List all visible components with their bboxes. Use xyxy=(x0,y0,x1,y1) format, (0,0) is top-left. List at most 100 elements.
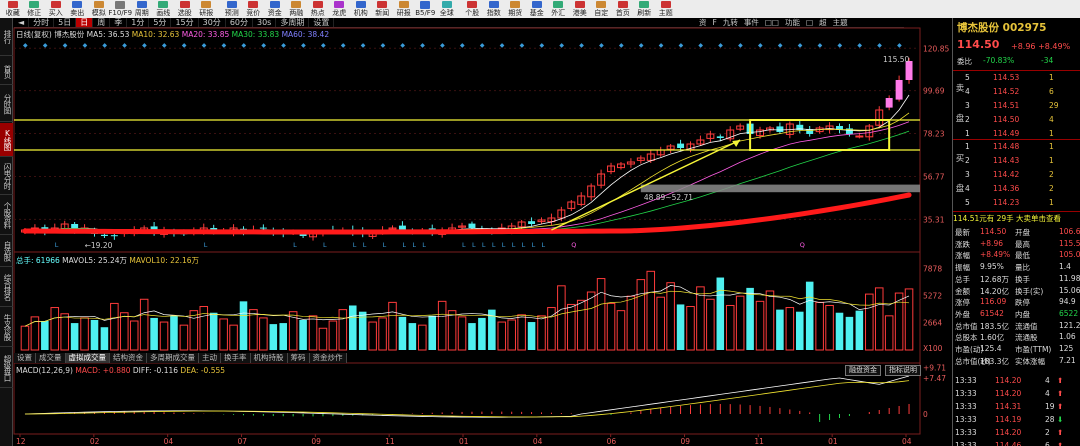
indicator-tab[interactable]: 多周期成交量 xyxy=(147,353,199,363)
date-tick-label: 06 xyxy=(607,437,617,446)
stat-label: 金额 xyxy=(955,286,970,296)
indicator-tabs: 设置 成交量 虚拟成交量 结构资金 多周期成交量 主动 换手率 机构持股 筹码 资金炒作 xyxy=(14,353,347,363)
stat-value: 61542 xyxy=(980,308,1004,318)
stat-label: 涨幅 xyxy=(955,251,970,261)
signal-dot-icon: ◆ xyxy=(460,42,465,49)
price-tick-label: 56.77 xyxy=(923,172,945,181)
macd-value: MACD: +0.880 xyxy=(75,366,131,375)
signal-dot-icon: ◆ xyxy=(619,42,624,49)
tape-note[interactable]: 114.51元有 29手 大卖单击查看 xyxy=(953,213,1080,224)
app-root: 收藏 修正 买入 卖出 模拟 F10/F9 周期 画线 选股 研报 预测 竞价 资金 两融 热点 龙虎 机构 新闻… xyxy=(0,0,1080,446)
stat-label: 换手(实) xyxy=(1015,286,1044,296)
pattern-marker-icon: L xyxy=(482,241,486,249)
volume-bar xyxy=(765,290,775,351)
date-tick-label: 11 xyxy=(385,437,395,446)
bid-size: 1 xyxy=(1049,198,1054,207)
indicator-tab[interactable]: 机构持股 xyxy=(250,353,288,363)
date-tick-label: 11 xyxy=(754,437,764,446)
date-tick-label: 04 xyxy=(164,437,174,446)
stock-name: 博杰股份 002975 xyxy=(957,22,1047,34)
volume-bar xyxy=(507,319,516,351)
stat-value: 15.06 xyxy=(1059,285,1080,295)
macd-tick-label: +7.47 xyxy=(923,374,946,383)
signal-dot-icon: ◆ xyxy=(659,42,664,49)
volume-bar xyxy=(269,324,278,350)
stat-row: 涨停 116.09 跌停 94.9 xyxy=(953,297,1080,308)
candle-body xyxy=(110,235,118,237)
stat-label: 涨跌 xyxy=(955,239,970,249)
macd-tick-label: 0 xyxy=(923,410,928,419)
margin-fund-button[interactable]: 融盘资金 xyxy=(845,365,881,376)
level: 5 xyxy=(965,198,970,207)
volume-bar xyxy=(656,296,665,351)
tick-arrow-icon: ⬆ xyxy=(1057,376,1064,385)
mavol10: MAVOL10: 22.16万 xyxy=(129,256,200,265)
volume-bar xyxy=(348,305,357,350)
ask-size: 29 xyxy=(1049,101,1059,110)
stat-label: 跌停 xyxy=(1015,298,1030,308)
indicator-tab[interactable]: 资金炒作 xyxy=(309,353,347,363)
indicator-help-button[interactable]: 指标说明 xyxy=(885,365,921,376)
indicator-tab[interactable]: 结构资金 xyxy=(110,353,147,363)
volume-bar xyxy=(120,312,129,351)
stat-value: 14.20亿 xyxy=(980,286,1009,296)
signal-dot-icon: ◆ xyxy=(381,42,386,49)
ma5-label: MA5: 36.53 xyxy=(86,30,130,39)
tick-volume: 2 xyxy=(1045,428,1050,437)
volume-bar xyxy=(457,316,467,351)
stat-label: 最低 xyxy=(1015,251,1030,261)
level: 2 xyxy=(965,115,970,124)
stat-value: 125 xyxy=(1059,344,1074,353)
bid-row: 3 114.42 2 xyxy=(953,170,1080,181)
chart-canvas[interactable]: 120.85 99.69 78.23 56.77 35.31 ◆ ◆ ◆ ◆ ◆ ◆ ◆ ◆ ◆ ◆ ◆ ◆ ◆ ◆… xyxy=(0,0,1080,446)
indicator-tab[interactable]: 换手率 xyxy=(221,353,251,363)
low-label: ←19.20 xyxy=(85,241,113,250)
tick-arrow-icon: ⬆ xyxy=(1057,428,1064,437)
level: 3 xyxy=(965,170,970,179)
signal-dot-icon: ◆ xyxy=(897,42,902,49)
stat-row: 总手 12.68万 换手 11.98 xyxy=(953,274,1080,285)
indicator-tab[interactable]: 虚拟成交量 xyxy=(65,353,110,363)
date-tick-label: 09 xyxy=(681,437,691,446)
signal-dot-icon: ◆ xyxy=(838,42,843,49)
indicator-tab[interactable]: 筹码 xyxy=(287,353,310,363)
stat-label: 流通股 xyxy=(1015,333,1038,343)
indicator-tab[interactable]: 成交量 xyxy=(36,353,66,363)
volume-bar xyxy=(884,315,894,351)
volume-bar xyxy=(308,315,318,351)
stat-value: +8.96 xyxy=(980,238,1003,248)
stat-value: 183.5亿 xyxy=(980,321,1009,331)
pattern-marker-icon: Q xyxy=(800,241,805,249)
pattern-marker-icon: L xyxy=(472,241,476,249)
volume-bar xyxy=(378,317,387,351)
signal-dot-icon: ◆ xyxy=(83,42,88,49)
signal-dot-icon: ◆ xyxy=(877,42,882,49)
bid-price: 114.42 xyxy=(993,170,1020,179)
weibi-row: 委比 -70.83% -34 xyxy=(957,56,1054,66)
ask-price: 114.53 xyxy=(993,73,1020,82)
signal-dot-icon: ◆ xyxy=(758,42,763,49)
pattern-marker-icon: L xyxy=(502,241,506,249)
pattern-marker-icon: L xyxy=(353,241,357,249)
candle-body xyxy=(100,234,108,236)
indicator-tab[interactable]: 设置 xyxy=(14,353,36,363)
bid-price: 114.36 xyxy=(993,184,1020,193)
volume-bar xyxy=(776,309,784,350)
candle-body xyxy=(677,143,685,148)
ma20-label: MA20: 33.85 xyxy=(181,30,230,39)
level: 4 xyxy=(965,184,970,193)
tick-row: 13:33 114.20 4 ⬆ xyxy=(953,376,1080,387)
candle-body xyxy=(885,98,893,108)
indicator-tab[interactable]: 主动 xyxy=(199,353,221,363)
macd-tick-label: +9.71 xyxy=(923,363,946,372)
signal-dot-icon: ◆ xyxy=(599,42,604,49)
price-tick-label: 120.85 xyxy=(923,44,949,53)
tick-time: 13:33 xyxy=(955,415,977,424)
volume-bar xyxy=(468,323,476,350)
signal-dot-icon: ◆ xyxy=(102,42,107,49)
volume-tick-label: 5272 xyxy=(923,291,942,300)
ask-row: 4 114.52 6 xyxy=(953,87,1080,98)
book-side-label: 盘 xyxy=(955,114,965,124)
bid-row: 2 114.43 1 xyxy=(953,156,1080,167)
signal-dot-icon: ◆ xyxy=(202,42,207,49)
